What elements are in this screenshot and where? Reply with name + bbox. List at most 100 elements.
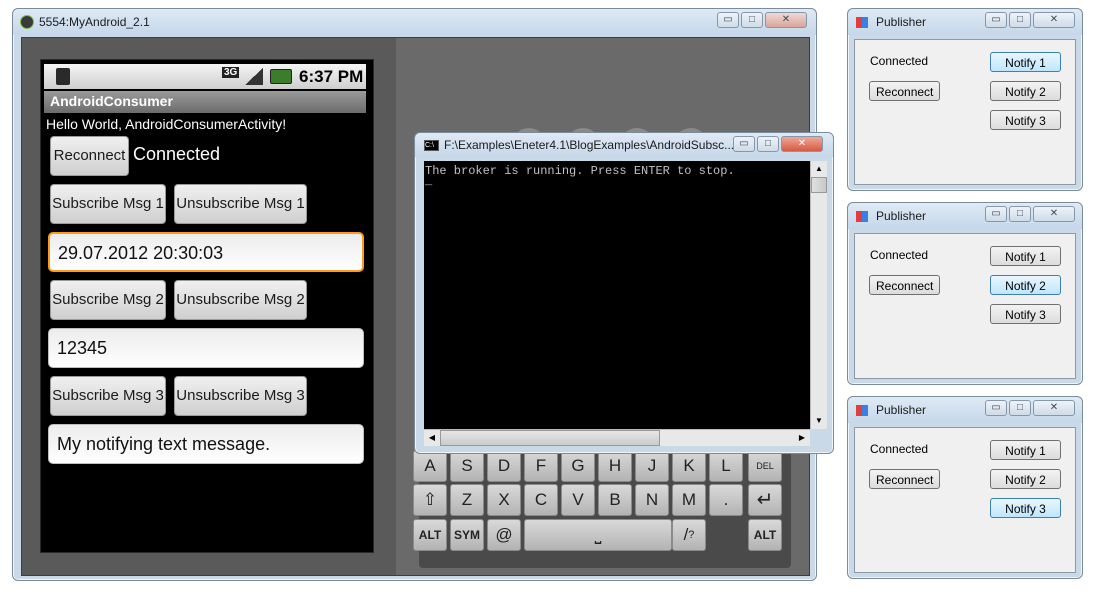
console-close-button[interactable]: ✕ <box>781 136 823 152</box>
publisher-maximize-button[interactable]: □ <box>1009 12 1031 28</box>
console-icon: C:\ <box>424 140 439 151</box>
scroll-up-arrow[interactable]: ▲ <box>811 161 827 177</box>
subscribe-msg1-button[interactable]: Subscribe Msg 1 <box>50 184 166 224</box>
key-b[interactable]: B <box>598 484 632 516</box>
publisher-close-button[interactable]: ✕ <box>1033 400 1075 416</box>
clock: 6:37 PM <box>299 67 364 86</box>
publisher-titlebar[interactable]: Publisher ▭ □ ✕ <box>848 9 1082 35</box>
sd-card-icon <box>56 68 70 85</box>
console-maximize-button[interactable]: □ <box>757 136 779 152</box>
console-output-area[interactable]: The broker is running. Press ENTER to st… <box>424 161 810 429</box>
reconnect-button[interactable]: Reconnect <box>50 136 129 176</box>
console-horizontal-scrollbar[interactable]: ◀ ▶ <box>424 429 810 446</box>
key-n[interactable]: N <box>635 484 669 516</box>
publisher-client: Connected Reconnect Notify 1 Notify 2 No… <box>854 233 1076 379</box>
notify-2-button[interactable]: Notify 2 <box>990 469 1061 489</box>
notify-3-button[interactable]: Notify 3 <box>990 304 1061 324</box>
publisher-status: Connected <box>870 54 929 68</box>
delete-key[interactable]: DEL <box>748 450 782 482</box>
publisher-window-2: Publisher ▭ □ ✕ Connected Reconnect Noti… <box>847 202 1083 385</box>
message2-field[interactable]: 12345 <box>48 328 364 368</box>
emulator-title: 5554:MyAndroid_2.1 <box>39 15 150 29</box>
key-c[interactable]: C <box>524 484 558 516</box>
publisher-titlebar[interactable]: Publisher ▭ □ ✕ <box>848 397 1082 423</box>
publisher-status: Connected <box>870 442 929 456</box>
key-slash[interactable]: /? <box>672 519 706 551</box>
app-title-bar: AndroidConsumer <box>44 91 366 113</box>
publisher-reconnect-button[interactable]: Reconnect <box>869 275 940 295</box>
message3-field[interactable]: My notifying text message. <box>48 424 364 464</box>
unsubscribe-msg2-button[interactable]: Unsubscribe Msg 2 <box>174 280 307 320</box>
battery-icon <box>270 69 292 84</box>
console-minimize-button[interactable]: ▭ <box>733 136 755 152</box>
publisher-title: Publisher <box>876 15 927 29</box>
scroll-thumb[interactable] <box>811 177 827 193</box>
publisher-reconnect-button[interactable]: Reconnect <box>869 469 940 489</box>
unsubscribe-msg3-button[interactable]: Unsubscribe Msg 3 <box>174 376 307 416</box>
key-j[interactable]: J <box>635 450 669 482</box>
publisher-titlebar[interactable]: Publisher ▭ □ ✕ <box>848 203 1082 229</box>
console-titlebar[interactable]: C:\ F:\Examples\Eneter4.1\BlogExamples\A… <box>415 133 833 157</box>
emulator-titlebar[interactable]: 5554:MyAndroid_2.1 ▭ □ ✕ <box>13 9 816 35</box>
publisher-reconnect-button[interactable]: Reconnect <box>869 81 940 101</box>
publisher-close-button[interactable]: ✕ <box>1033 12 1075 28</box>
publisher-maximize-button[interactable]: □ <box>1009 400 1031 416</box>
key-f[interactable]: F <box>524 450 558 482</box>
scroll-right-arrow[interactable]: ▶ <box>794 430 810 446</box>
space-key[interactable]: ⎵ <box>524 519 672 551</box>
key-m[interactable]: M <box>672 484 706 516</box>
notify-2-button[interactable]: Notify 2 <box>990 81 1061 101</box>
key-l[interactable]: L <box>709 450 743 482</box>
notify-2-button[interactable]: Notify 2 <box>990 275 1061 295</box>
key-d[interactable]: D <box>487 450 521 482</box>
alt-key-right[interactable]: ALT <box>748 519 782 551</box>
hello-text: Hello World, AndroidConsumerActivity! <box>46 116 287 132</box>
notify-3-button[interactable]: Notify 3 <box>990 498 1061 518</box>
publisher-minimize-button[interactable]: ▭ <box>985 12 1007 28</box>
publisher-status: Connected <box>870 248 929 262</box>
h-scroll-thumb[interactable] <box>440 430 660 446</box>
alt-key-left[interactable]: ALT <box>413 519 447 551</box>
publisher-client: Connected Reconnect Notify 1 Notify 2 No… <box>854 39 1076 185</box>
publisher-minimize-button[interactable]: ▭ <box>985 206 1007 222</box>
maximize-button[interactable]: □ <box>741 12 763 28</box>
status-bar: 3G 6:37 PM <box>44 64 366 89</box>
key-a[interactable]: A <box>413 450 447 482</box>
notify-1-button[interactable]: Notify 1 <box>990 52 1061 72</box>
publisher-window-3: Publisher ▭ □ ✕ Connected Reconnect Noti… <box>847 396 1083 579</box>
sym-key[interactable]: SYM <box>450 519 484 551</box>
console-cursor: _ <box>425 174 433 188</box>
minimize-button[interactable]: ▭ <box>717 12 739 28</box>
app-title: AndroidConsumer <box>50 93 173 109</box>
key-k[interactable]: K <box>672 450 706 482</box>
notify-3-button[interactable]: Notify 3 <box>990 110 1061 130</box>
close-button[interactable]: ✕ <box>765 12 807 28</box>
subscribe-msg3-button[interactable]: Subscribe Msg 3 <box>50 376 166 416</box>
android-app-icon <box>20 15 34 29</box>
enter-key[interactable]: ↵ <box>748 484 782 516</box>
message1-field[interactable]: 29.07.2012 20:30:03 <box>48 232 364 272</box>
publisher-close-button[interactable]: ✕ <box>1033 206 1075 222</box>
key-z[interactable]: Z <box>450 484 484 516</box>
scroll-left-arrow[interactable]: ◀ <box>424 430 440 446</box>
console-vertical-scrollbar[interactable]: ▲ ▼ <box>810 161 827 429</box>
subscribe-msg2-button[interactable]: Subscribe Msg 2 <box>50 280 166 320</box>
unsubscribe-msg1-button[interactable]: Unsubscribe Msg 1 <box>174 184 307 224</box>
shift-key[interactable]: ⇧ <box>413 484 447 516</box>
scroll-down-arrow[interactable]: ▼ <box>811 413 827 429</box>
publisher-client: Connected Reconnect Notify 1 Notify 2 No… <box>854 427 1076 573</box>
winform-app-icon <box>856 405 868 416</box>
key-s[interactable]: S <box>450 450 484 482</box>
publisher-maximize-button[interactable]: □ <box>1009 206 1031 222</box>
key-v[interactable]: V <box>561 484 595 516</box>
publisher-minimize-button[interactable]: ▭ <box>985 400 1007 416</box>
key-g[interactable]: G <box>561 450 595 482</box>
key-period[interactable]: . <box>709 484 743 516</box>
key-h[interactable]: H <box>598 450 632 482</box>
key-at[interactable]: @ <box>487 519 521 551</box>
notify-1-button[interactable]: Notify 1 <box>990 440 1061 460</box>
notify-1-button[interactable]: Notify 1 <box>990 246 1061 266</box>
key-x[interactable]: X <box>487 484 521 516</box>
winform-app-icon <box>856 17 868 28</box>
publisher-title: Publisher <box>876 209 927 223</box>
